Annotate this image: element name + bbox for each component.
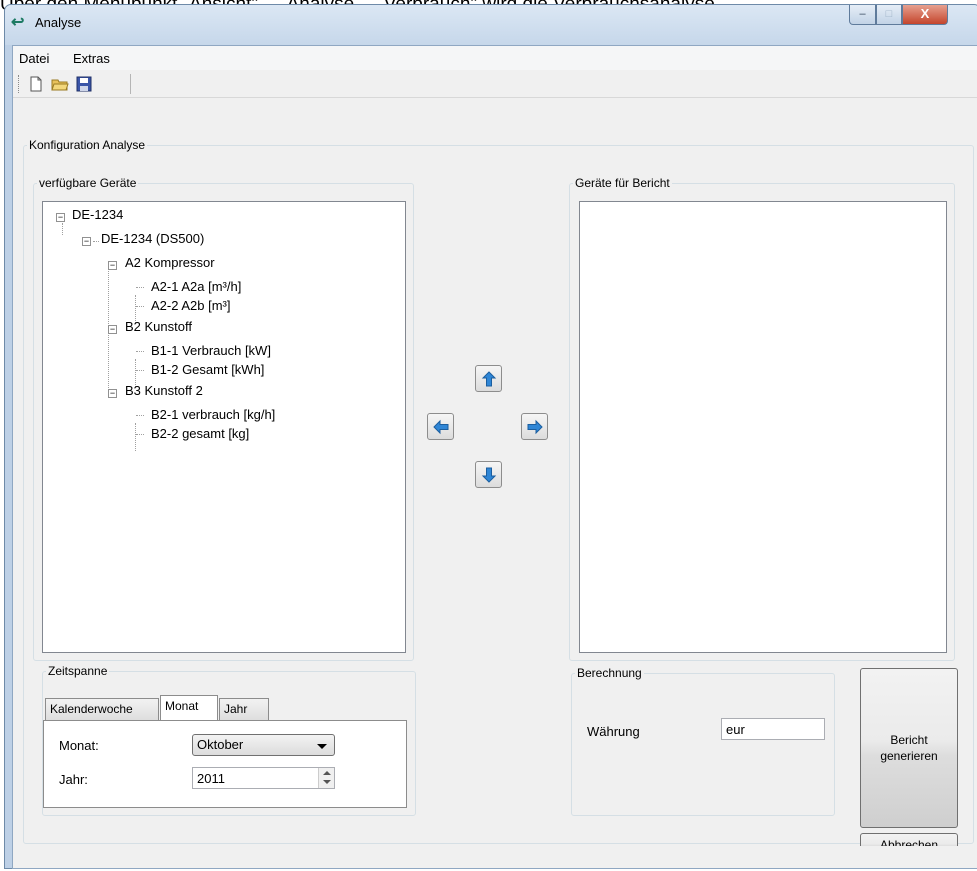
new-document-icon[interactable] — [27, 75, 45, 93]
minimize-button[interactable]: – — [849, 5, 876, 25]
spin-buttons[interactable] — [318, 768, 334, 788]
tab-kalenderwoche[interactable]: Kalenderwoche — [45, 698, 159, 720]
move-right-button[interactable] — [521, 413, 548, 440]
available-devices-tree[interactable]: − DE-1234 − DE-1234 (DS500) − A2 Kompres… — [42, 201, 406, 653]
window-client: Datei Extras Konfiguration Analyse verfü… — [12, 45, 977, 869]
analyse-window: ↩ Analyse – □ X Datei Extras Konfigurati… — [4, 4, 977, 869]
tree-node-item[interactable]: B2-2 gesamt [kg] — [151, 426, 249, 441]
year-stepper[interactable]: 2011 — [192, 767, 335, 789]
currency-field[interactable]: eur — [721, 718, 825, 740]
move-left-button[interactable] — [427, 413, 454, 440]
report-devices-list[interactable] — [579, 201, 947, 653]
menu-bar: Datei Extras — [13, 46, 977, 70]
tree-node-item[interactable]: B1-1 Verbrauch [kW] — [151, 343, 271, 358]
currency-label: Währung — [587, 724, 640, 739]
tree-connector — [62, 223, 63, 235]
tab-jahr[interactable]: Jahr — [219, 698, 269, 720]
month-select[interactable]: Oktober — [192, 734, 335, 756]
tree-connector — [136, 306, 144, 307]
arrow-up-icon — [481, 371, 497, 387]
year-value: 2011 — [197, 771, 225, 786]
report-devices-title: Geräte für Bericht — [575, 176, 670, 190]
title-bar[interactable]: ↩ Analyse – □ X — [5, 5, 977, 45]
month-label: Monat: — [59, 738, 99, 753]
toolbar-grip[interactable] — [18, 75, 21, 93]
close-button[interactable]: X — [902, 5, 948, 25]
tree-collapse-icon[interactable]: − — [108, 261, 117, 270]
tree-node-group[interactable]: B3 Kunstoff 2 — [125, 383, 203, 398]
calculation-group: Berechnung — [571, 666, 835, 816]
tree-connector — [136, 351, 144, 352]
tree-node-group[interactable]: A2 Kompressor — [125, 255, 215, 270]
spin-down-icon[interactable] — [323, 780, 331, 784]
available-devices-title: verfügbare Geräte — [39, 176, 137, 190]
window-title: Analyse — [35, 15, 82, 30]
toolbar-separator — [130, 74, 131, 94]
tree-connector — [135, 423, 136, 451]
generate-label-line1: Bericht — [890, 733, 928, 747]
tree-node-group[interactable]: B2 Kunstoff — [125, 319, 192, 334]
tree-node-item[interactable]: A2-1 A2a [m³/h] — [151, 279, 241, 294]
move-up-button[interactable] — [475, 365, 502, 392]
currency-value: eur — [726, 722, 745, 737]
chevron-down-icon — [317, 744, 327, 749]
generate-report-button[interactable]: Bericht generieren — [860, 668, 958, 828]
timespan-title: Zeitspanne — [48, 664, 108, 678]
tree-collapse-icon[interactable]: − — [108, 325, 117, 334]
config-group-title: Konfiguration Analyse — [29, 138, 146, 152]
tree-collapse-icon[interactable]: − — [108, 389, 117, 398]
tree-node-item[interactable]: B1-2 Gesamt [kWh] — [151, 362, 264, 377]
tree-node-device[interactable]: DE-1234 (DS500) — [101, 231, 204, 246]
tree-node-item[interactable]: A2-2 A2b [m³] — [151, 298, 230, 313]
arrow-right-icon — [527, 419, 543, 435]
tree-node-root[interactable]: DE-1234 — [72, 207, 123, 222]
generate-label-line2: generieren — [880, 749, 938, 763]
tab-page-monat: Monat: Oktober Jahr: 2011 — [43, 720, 407, 808]
toolbar — [13, 70, 977, 98]
tree-collapse-icon[interactable]: − — [56, 213, 65, 222]
app-icon: ↩ — [11, 14, 25, 31]
month-value: Oktober — [197, 737, 244, 752]
tree-connector — [136, 434, 144, 435]
move-down-button[interactable] — [475, 461, 502, 488]
tree-connector — [93, 241, 99, 242]
menu-extras[interactable]: Extras — [73, 51, 110, 66]
tab-monat[interactable]: Monat — [160, 695, 218, 720]
spin-up-icon[interactable] — [323, 771, 331, 775]
save-disk-icon[interactable] — [75, 75, 93, 93]
tree-connector — [136, 370, 144, 371]
maximize-button[interactable]: □ — [876, 5, 902, 25]
open-folder-icon[interactable] — [51, 75, 69, 93]
tree-connector — [136, 415, 144, 416]
tree-collapse-icon[interactable]: − — [82, 237, 91, 246]
tree-node-item[interactable]: B2-1 verbrauch [kg/h] — [151, 407, 275, 422]
tree-connector — [136, 287, 144, 288]
menu-datei[interactable]: Datei — [19, 51, 49, 66]
status-bar — [13, 846, 977, 868]
year-label: Jahr: — [59, 772, 88, 787]
arrow-down-icon — [481, 467, 497, 483]
calculation-title: Berechnung — [577, 666, 642, 680]
arrow-left-icon — [433, 419, 449, 435]
